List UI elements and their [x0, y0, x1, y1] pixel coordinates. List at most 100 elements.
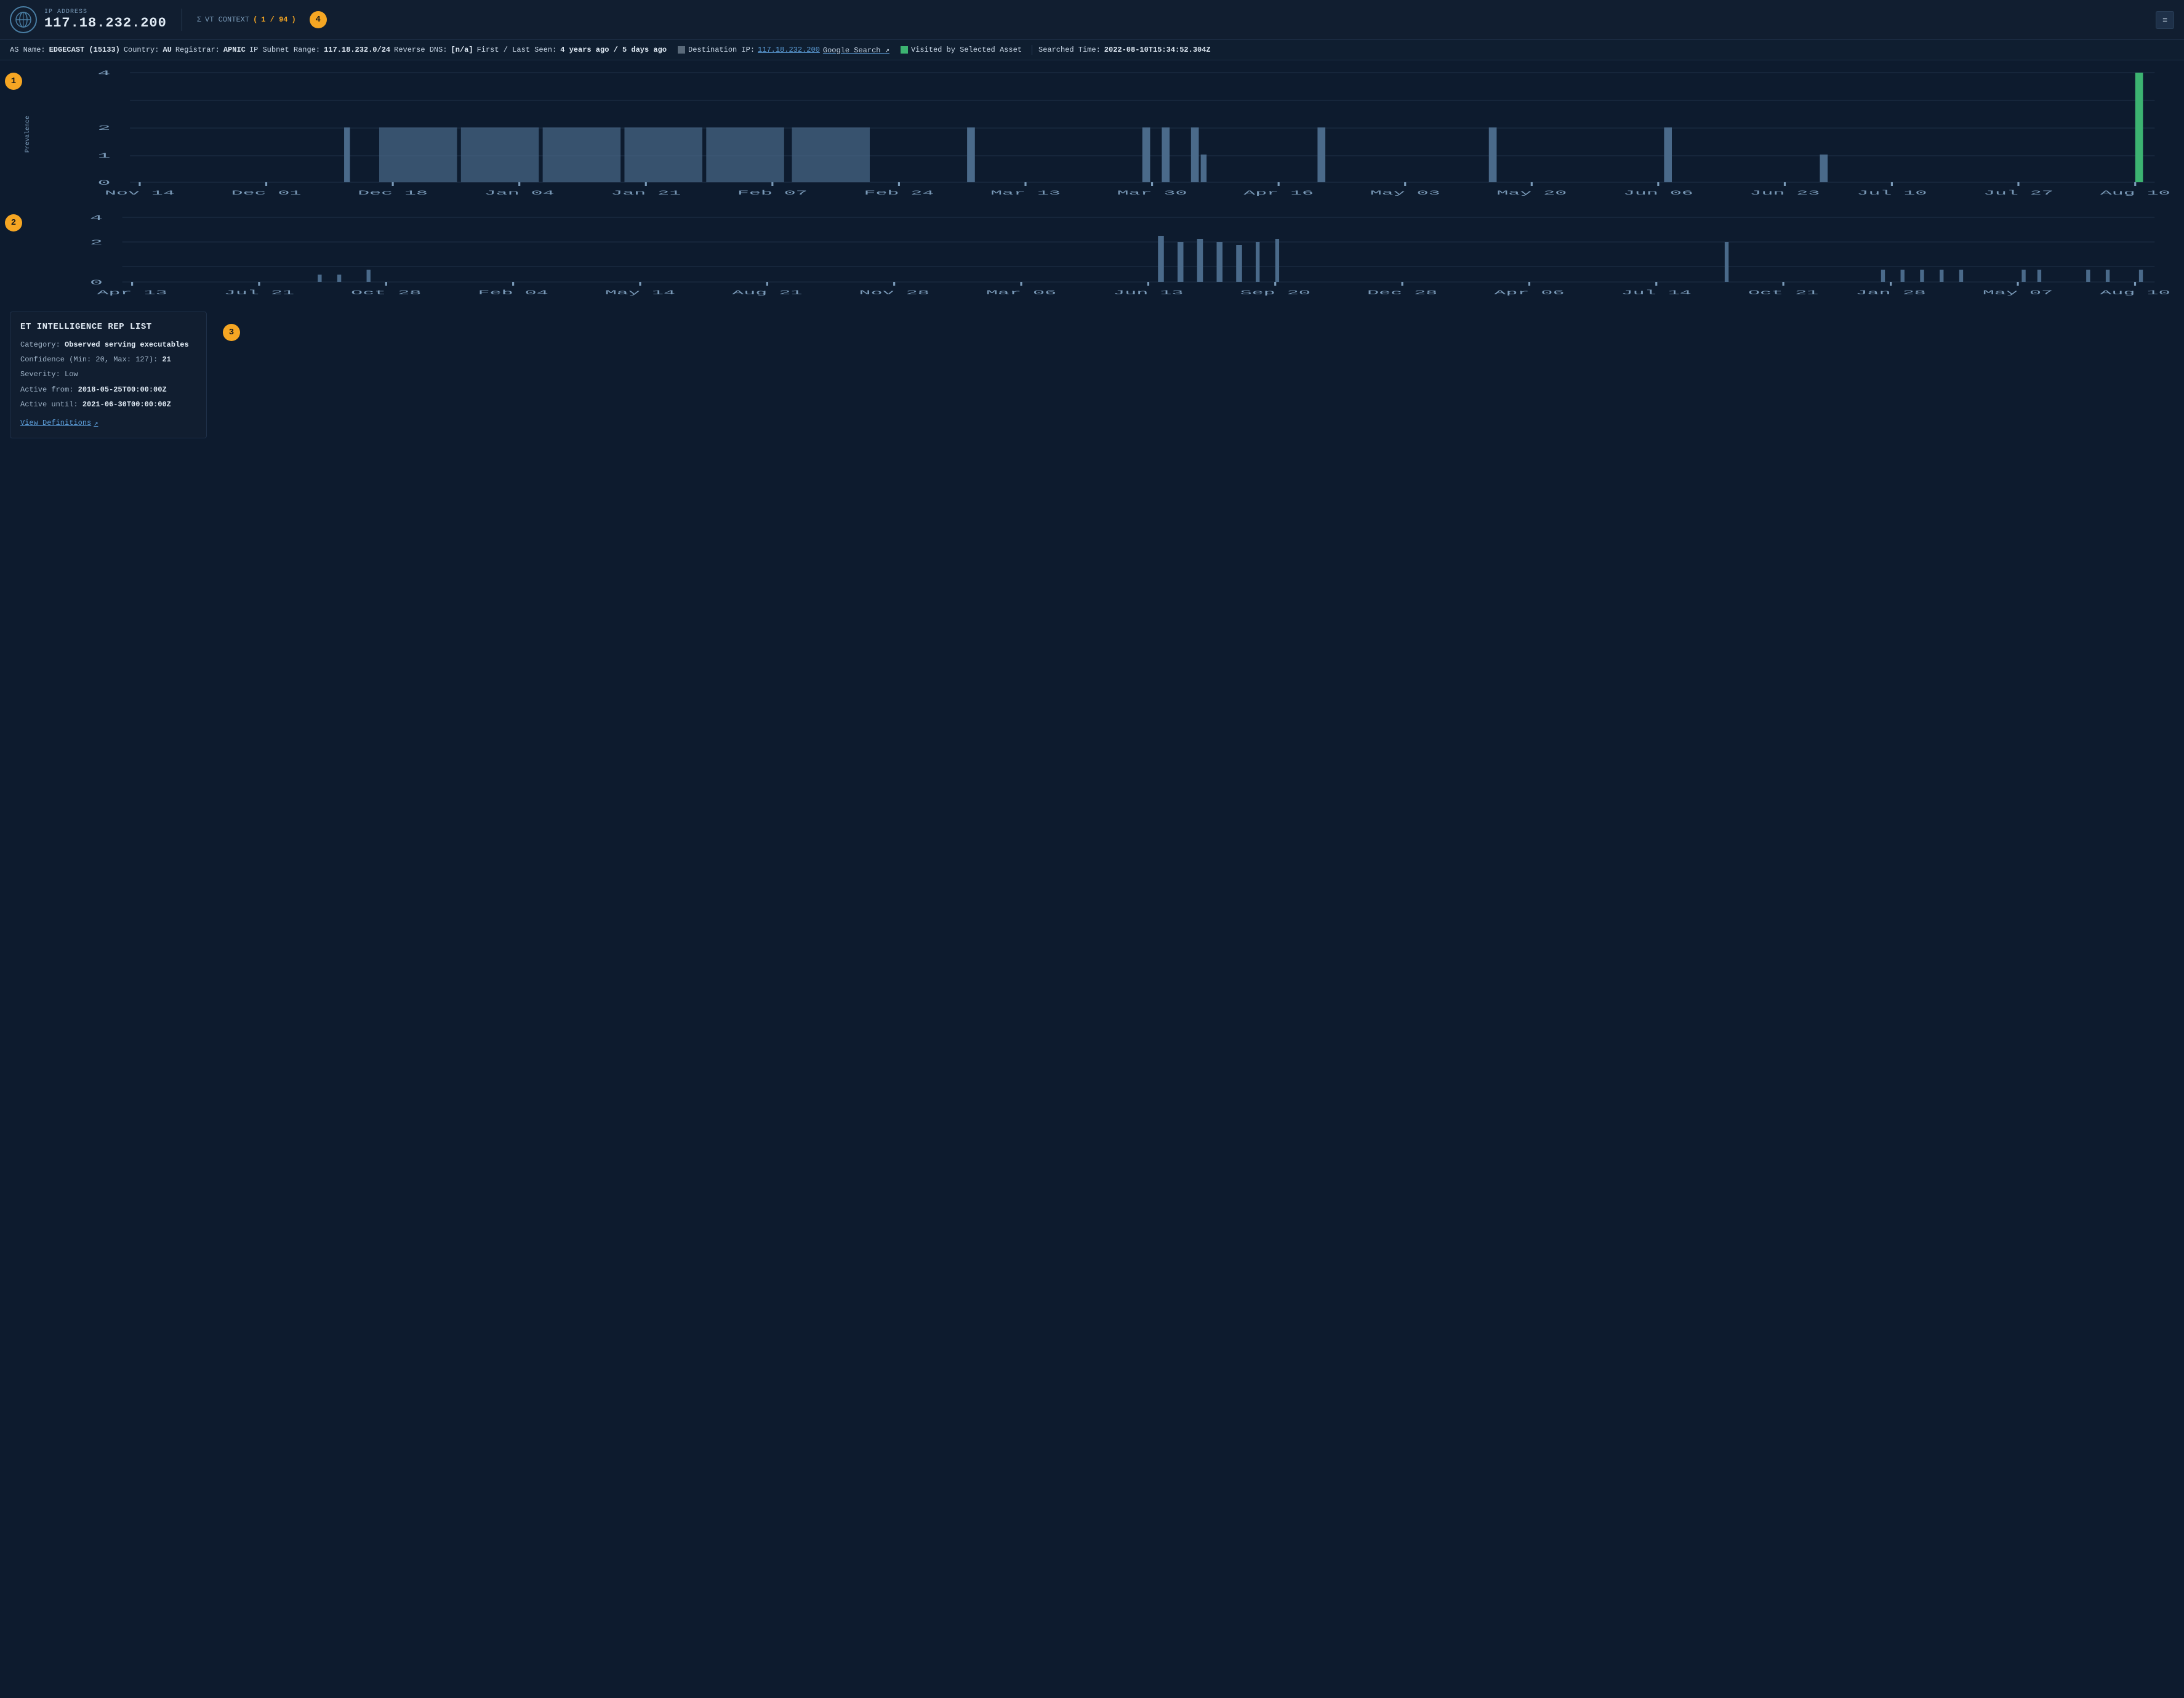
svg-text:Apr 06: Apr 06 [1494, 289, 1564, 296]
category-value: Observed serving executables [65, 340, 189, 349]
svg-text:Apr 16: Apr 16 [1243, 190, 1314, 197]
svg-text:4: 4 [98, 70, 111, 77]
active-until-value: 2021-06-30T00:00:00Z [82, 400, 171, 409]
visited-legend-sq [901, 46, 908, 54]
intel-confidence: Confidence (Min: 20, Max: 127): 21 [20, 354, 196, 366]
svg-text:Jan 28: Jan 28 [1856, 289, 1926, 296]
svg-text:Jul 14: Jul 14 [1621, 289, 1692, 296]
svg-text:Oct 28: Oct 28 [351, 289, 421, 296]
chart1-area: Prevalence 4 2 1 0 [25, 66, 2174, 202]
chart1-svg: 4 2 1 0 [33, 66, 2174, 202]
chart1-badge: 1 [5, 73, 22, 90]
google-search-link[interactable]: Google Search ↗ [823, 46, 889, 55]
registrar: APNIC [223, 46, 246, 54]
sigma-icon: Σ [197, 15, 201, 24]
active-until-label: Active until: [20, 400, 78, 409]
view-def-label: View Definitions [20, 419, 91, 427]
svg-text:Sep 20: Sep 20 [1240, 289, 1311, 296]
step-badge-4: 4 [310, 11, 327, 28]
active-from-label: Active from: [20, 385, 73, 394]
chart1-inner: Prevalence 4 2 1 0 [25, 66, 2174, 202]
svg-text:0: 0 [98, 179, 111, 187]
rdns-label: Reverse DNS: [394, 46, 447, 54]
vt-context[interactable]: Σ VT CONTEXT ( 1 / 94 ) [197, 15, 296, 24]
dest-legend-sq [678, 46, 685, 54]
active-from-value: 2018-05-25T00:00:00Z [78, 385, 167, 394]
svg-text:0: 0 [90, 279, 103, 287]
svg-text:Dec 18: Dec 18 [358, 190, 428, 197]
registrar-label: Registrar: [175, 46, 220, 54]
svg-text:Jul 10: Jul 10 [1857, 190, 1927, 197]
svg-text:Nov 28: Nov 28 [859, 289, 929, 296]
svg-text:Jun 23: Jun 23 [1750, 190, 1820, 197]
svg-text:Jan 04: Jan 04 [484, 190, 555, 197]
subnet: 117.18.232.0/24 [324, 46, 390, 54]
dest-label: Destination IP: [688, 46, 755, 54]
vt-count-value: 1 / 94 [261, 15, 287, 24]
chart2-svg: 4 2 0 [25, 208, 2174, 300]
filter-button[interactable]: ≡ [2156, 11, 2174, 29]
ip-icon [10, 6, 37, 33]
svg-text:Feb 24: Feb 24 [864, 190, 934, 197]
external-icon: ↗ [94, 419, 98, 428]
svg-text:Jan 21: Jan 21 [611, 190, 681, 197]
svg-text:Mar 13: Mar 13 [990, 190, 1061, 197]
intel-severity: Severity: Low [20, 369, 196, 380]
svg-text:Aug 10: Aug 10 [2100, 289, 2170, 296]
svg-text:2: 2 [90, 239, 103, 247]
svg-text:Jul 27: Jul 27 [1983, 190, 2054, 197]
intel-active-from: Active from: 2018-05-25T00:00:00Z [20, 384, 196, 396]
as-name: EDGECAST (15133) [49, 46, 120, 54]
svg-text:May 20: May 20 [1496, 190, 1567, 197]
intel-card: ET INTELLIGENCE REP LIST Category: Obser… [10, 312, 207, 438]
searched-time: 2022-08-10T15:34:52.304Z [1104, 46, 1211, 54]
svg-text:1: 1 [98, 152, 111, 159]
chart2-wrapper: 2 4 2 0 [10, 208, 2174, 303]
external-link-icon: ↗ [885, 46, 889, 55]
seen: 4 years ago / 5 days ago [560, 46, 667, 54]
vt-count: ( [253, 15, 257, 24]
svg-text:Feb 07: Feb 07 [737, 190, 808, 197]
dest-ip-link[interactable]: 117.18.232.200 [758, 46, 820, 54]
header-info: IP ADDRESS 117.18.232.200 [44, 9, 167, 31]
seen-label: First / Last Seen: [477, 46, 557, 54]
chart1-wrapper: 1 Prevalence 4 2 1 0 [10, 66, 2174, 202]
svg-text:2: 2 [98, 124, 111, 132]
meta-row: AS Name: EDGECAST (15133) Country: AU Re… [0, 40, 2184, 60]
intel-category: Category: Observed serving executables [20, 339, 196, 351]
bottom-panel: ET INTELLIGENCE REP LIST Category: Obser… [10, 312, 2174, 438]
app-container: IP ADDRESS 117.18.232.200 Σ VT CONTEXT (… [0, 0, 2184, 1698]
svg-text:4: 4 [90, 214, 103, 222]
step-badge-3: 3 [223, 324, 240, 341]
severity-label: Severity: [20, 370, 60, 379]
ip-address: 117.18.232.200 [44, 15, 167, 31]
header-left: IP ADDRESS 117.18.232.200 Σ VT CONTEXT (… [10, 6, 327, 33]
rdns: [n/a] [451, 46, 473, 54]
as-name-label: AS Name: [10, 46, 46, 54]
svg-text:Aug 21: Aug 21 [732, 289, 802, 296]
category-label: Category: [20, 340, 60, 349]
confidence-value: 21 [162, 355, 171, 364]
svg-text:May 03: May 03 [1370, 190, 1440, 197]
svg-text:Dec 01: Dec 01 [231, 190, 302, 197]
confidence-label: Confidence (Min: 20, Max: 127): [20, 355, 158, 364]
svg-text:Mar 30: Mar 30 [1117, 190, 1187, 197]
dest-legend: Destination IP: 117.18.232.200 Google Se… [678, 46, 889, 55]
ip-label: IP ADDRESS [44, 9, 167, 15]
chart2-badge: 2 [5, 214, 22, 231]
view-definitions-link[interactable]: View Definitions ↗ [20, 419, 98, 428]
visited-legend: Visited by Selected Asset [901, 46, 1022, 54]
svg-text:Feb 04: Feb 04 [478, 289, 548, 296]
svg-text:Aug 10: Aug 10 [2100, 190, 2170, 197]
svg-text:Jun 13: Jun 13 [1113, 289, 1183, 296]
vt-count-end: ) [291, 15, 295, 24]
svg-text:Jul 21: Jul 21 [224, 289, 294, 296]
svg-text:Apr 13: Apr 13 [97, 289, 167, 296]
svg-text:Jun 06: Jun 06 [1623, 190, 1693, 197]
country: AU [163, 46, 171, 54]
svg-text:Dec 28: Dec 28 [1367, 289, 1437, 296]
header-right: ≡ [2156, 11, 2174, 29]
intel-active-until: Active until: 2021-06-30T00:00:00Z [20, 399, 196, 411]
svg-text:May 14: May 14 [605, 289, 675, 296]
vt-label: VT CONTEXT [205, 15, 249, 24]
